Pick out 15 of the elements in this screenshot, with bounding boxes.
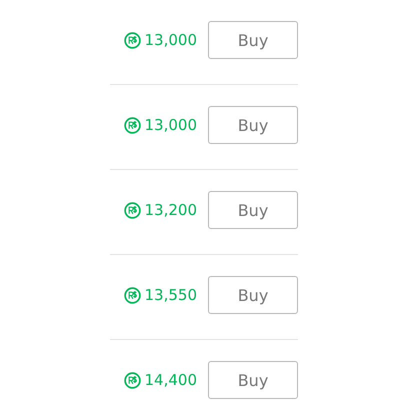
price: 13,200	[144, 201, 197, 219]
buy-button[interactable]: Buy	[208, 361, 298, 399]
robux-icon	[124, 286, 140, 304]
robux-icon	[124, 372, 140, 388]
buy-button[interactable]: Buy	[208, 21, 298, 59]
robux-icon	[124, 116, 140, 134]
price: 13,000	[144, 31, 197, 49]
robux-icon	[124, 202, 140, 218]
buy-button[interactable]: Buy	[208, 276, 298, 314]
price: 13,000	[144, 116, 197, 134]
price: 13,550	[144, 286, 197, 304]
buy-button[interactable]: Buy	[208, 191, 298, 229]
buy-button[interactable]: Buy	[208, 106, 298, 144]
price: 14,400	[144, 371, 197, 389]
robux-icon	[124, 32, 140, 48]
